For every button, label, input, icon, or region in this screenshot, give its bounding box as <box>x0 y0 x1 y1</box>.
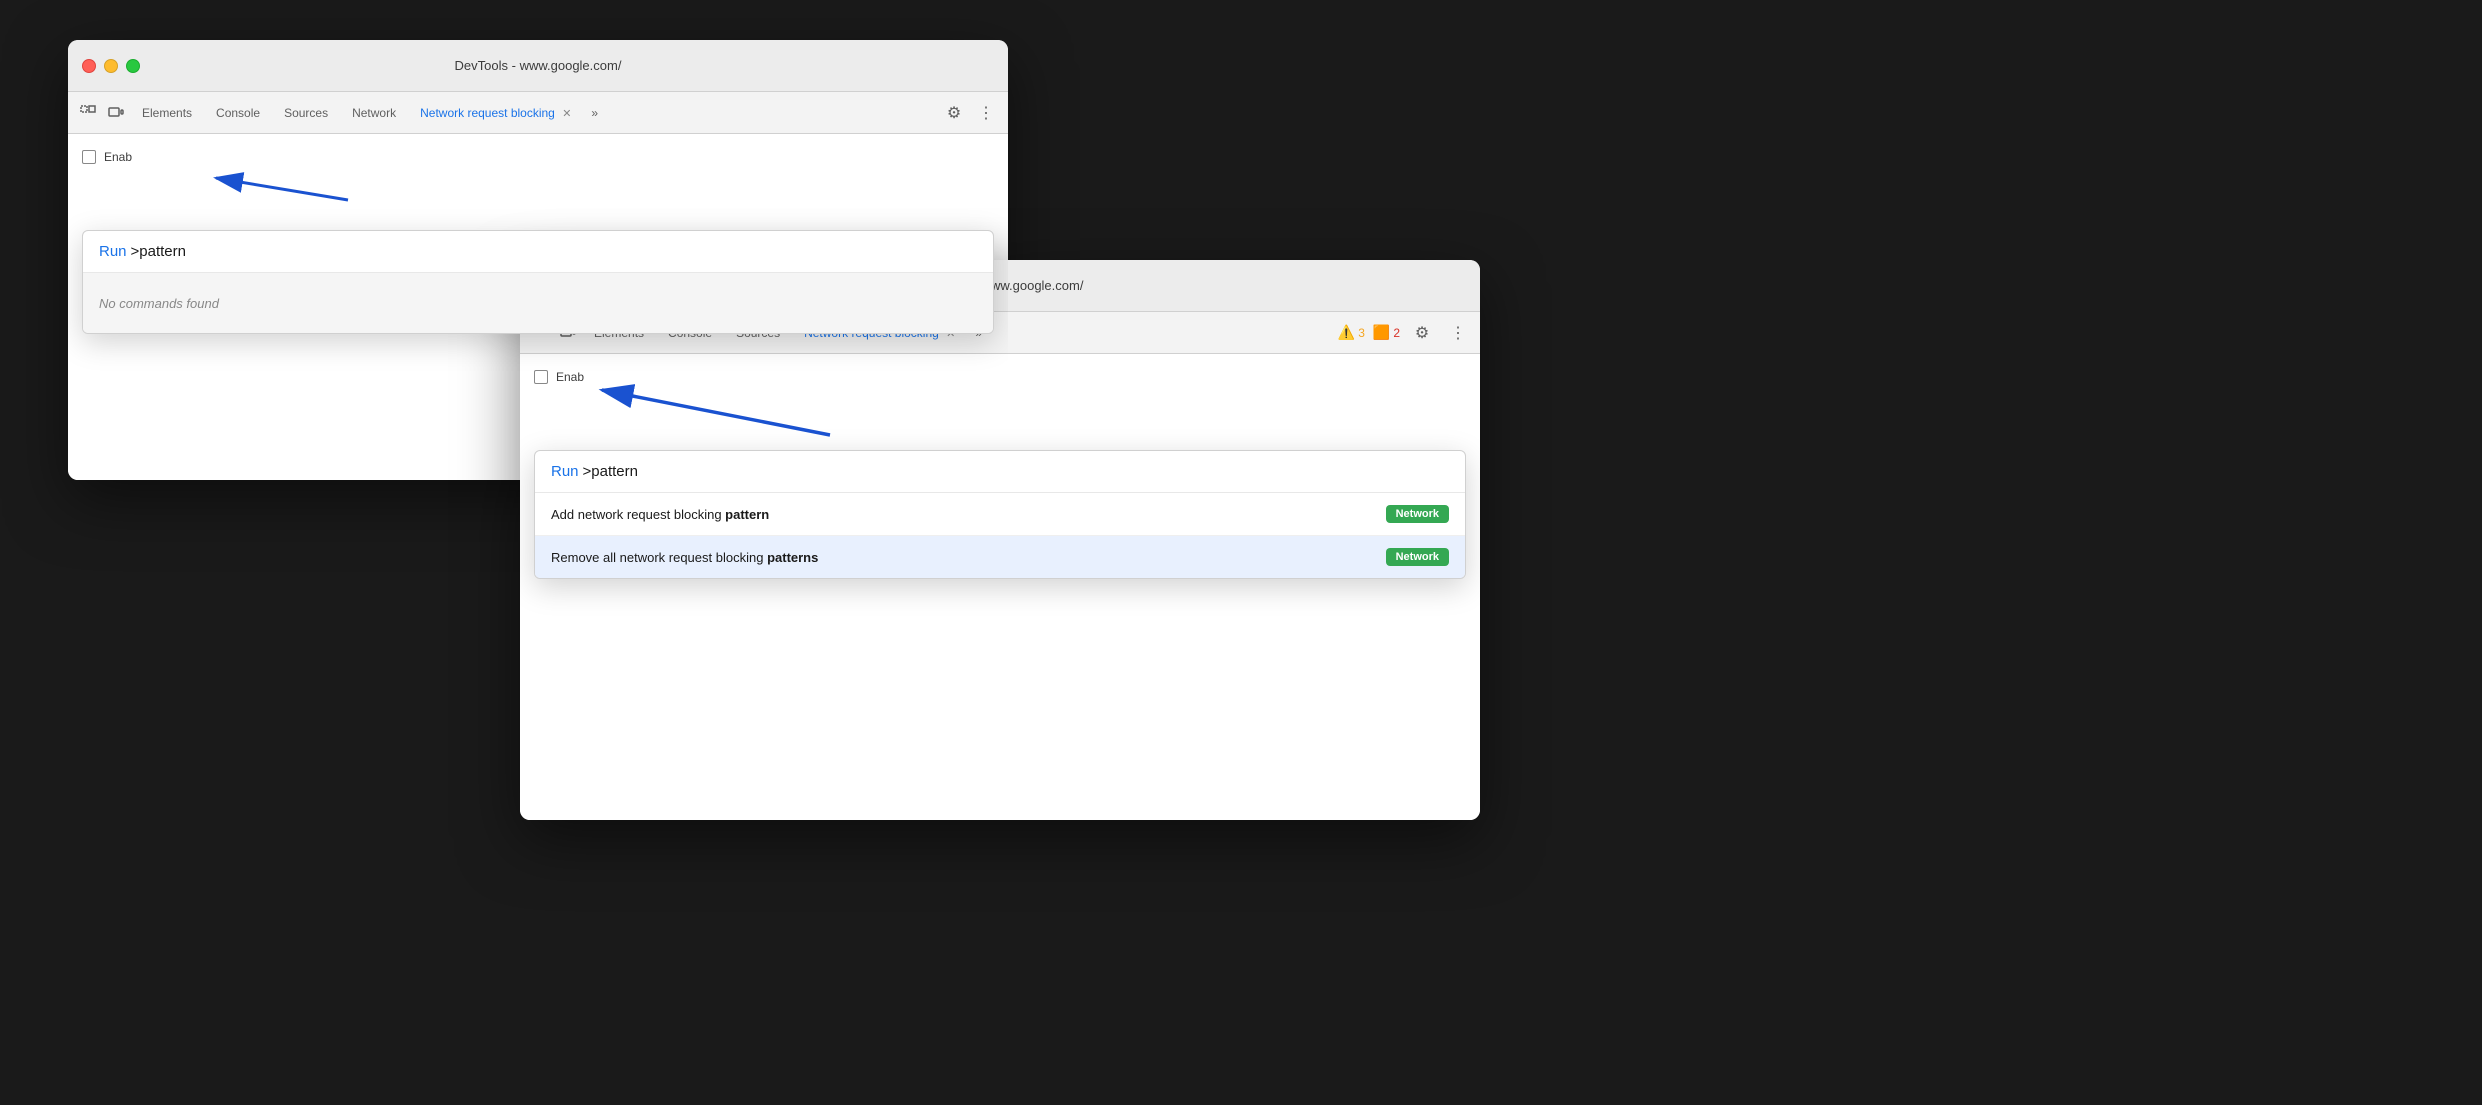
cmd-result-text-2: Remove all network request blocking patt… <box>551 550 1386 565</box>
cmd-run-label-2: Run <box>551 463 579 480</box>
cmd-result-row-2[interactable]: Remove all network request blocking patt… <box>535 536 1465 578</box>
warning-badge: ⚠️ 3 <box>1338 324 1365 341</box>
cmd-no-results-1: No commands found <box>99 296 219 311</box>
warning-count: 3 <box>1358 326 1365 340</box>
traffic-lights-1 <box>82 59 140 73</box>
enable-checkbox-1[interactable] <box>82 150 96 164</box>
tab-network-request-blocking-1[interactable]: Network request blocking ✕ <box>410 102 581 124</box>
more-options-icon-1[interactable]: ⋮ <box>972 99 1000 127</box>
window-title-1: DevTools - www.google.com/ <box>455 58 622 73</box>
tab-console-1[interactable]: Console <box>206 102 270 124</box>
tab-network-1[interactable]: Network <box>342 102 406 124</box>
title-bar-1: DevTools - www.google.com/ <box>68 40 1008 92</box>
error-count: 2 <box>1393 326 1400 340</box>
device-icon-1[interactable] <box>104 101 128 125</box>
settings-icon-2[interactable]: ⚙ <box>1408 319 1436 347</box>
cmd-run-label-1: Run <box>99 243 127 260</box>
enable-label-1: Enab <box>104 150 132 164</box>
inspect-icon-1[interactable] <box>76 101 100 125</box>
tab-actions-2: ⚠️ 3 🟧 2 ⚙ ⋮ <box>1338 319 1472 347</box>
error-icon: 🟧 <box>1373 324 1390 341</box>
cmd-result-area-1: No commands found <box>83 273 993 333</box>
tab-actions-1: ⚙ ⋮ <box>940 99 1000 127</box>
cmd-result-badge-2[interactable]: Network <box>1386 548 1449 566</box>
enable-row-2: Enab <box>534 364 1466 390</box>
cmd-result-prefix-2: Remove all network request blocking <box>551 550 767 565</box>
cmd-result-prefix-1: Add network request blocking <box>551 507 725 522</box>
cmd-input-text-1: >pattern <box>131 243 186 260</box>
cmd-result-bold-2: patterns <box>767 550 818 565</box>
tab-sources-1[interactable]: Sources <box>274 102 338 124</box>
settings-icon-1[interactable]: ⚙ <box>940 99 968 127</box>
enable-checkbox-2[interactable] <box>534 370 548 384</box>
cmd-result-badge-1[interactable]: Network <box>1386 505 1449 523</box>
devtools-window-2: DevTools - www.google.com/ Elements Cons… <box>520 260 1480 820</box>
cmd-result-row-1[interactable]: Add network request blocking pattern Net… <box>535 493 1465 536</box>
cmd-input-text-2: >pattern <box>583 463 638 480</box>
command-palette-2: Run >pattern Add network request blockin… <box>534 450 1466 579</box>
close-button-1[interactable] <box>82 59 96 73</box>
error-badge: 🟧 2 <box>1373 324 1400 341</box>
enable-row-1: Enab <box>82 144 994 170</box>
more-options-icon-2[interactable]: ⋮ <box>1444 319 1472 347</box>
cmd-result-bold-1: pattern <box>725 507 769 522</box>
command-input-row-2[interactable]: Run >pattern <box>535 451 1465 493</box>
warning-icon: ⚠️ <box>1338 324 1355 341</box>
command-palette-1: Run >pattern No commands found <box>82 230 994 334</box>
enable-label-2: Enab <box>556 370 584 384</box>
tab-close-icon-1[interactable]: ✕ <box>562 108 571 120</box>
content-area-2: Enab Run >pattern Add network request bl… <box>520 354 1480 820</box>
command-input-row-1[interactable]: Run >pattern <box>83 231 993 273</box>
tab-elements-1[interactable]: Elements <box>132 102 202 124</box>
maximize-button-1[interactable] <box>126 59 140 73</box>
minimize-button-1[interactable] <box>104 59 118 73</box>
tab-more-1[interactable]: » <box>585 104 604 122</box>
cmd-result-text-1: Add network request blocking pattern <box>551 507 1386 522</box>
tab-bar-1: Elements Console Sources Network Network… <box>68 92 1008 134</box>
